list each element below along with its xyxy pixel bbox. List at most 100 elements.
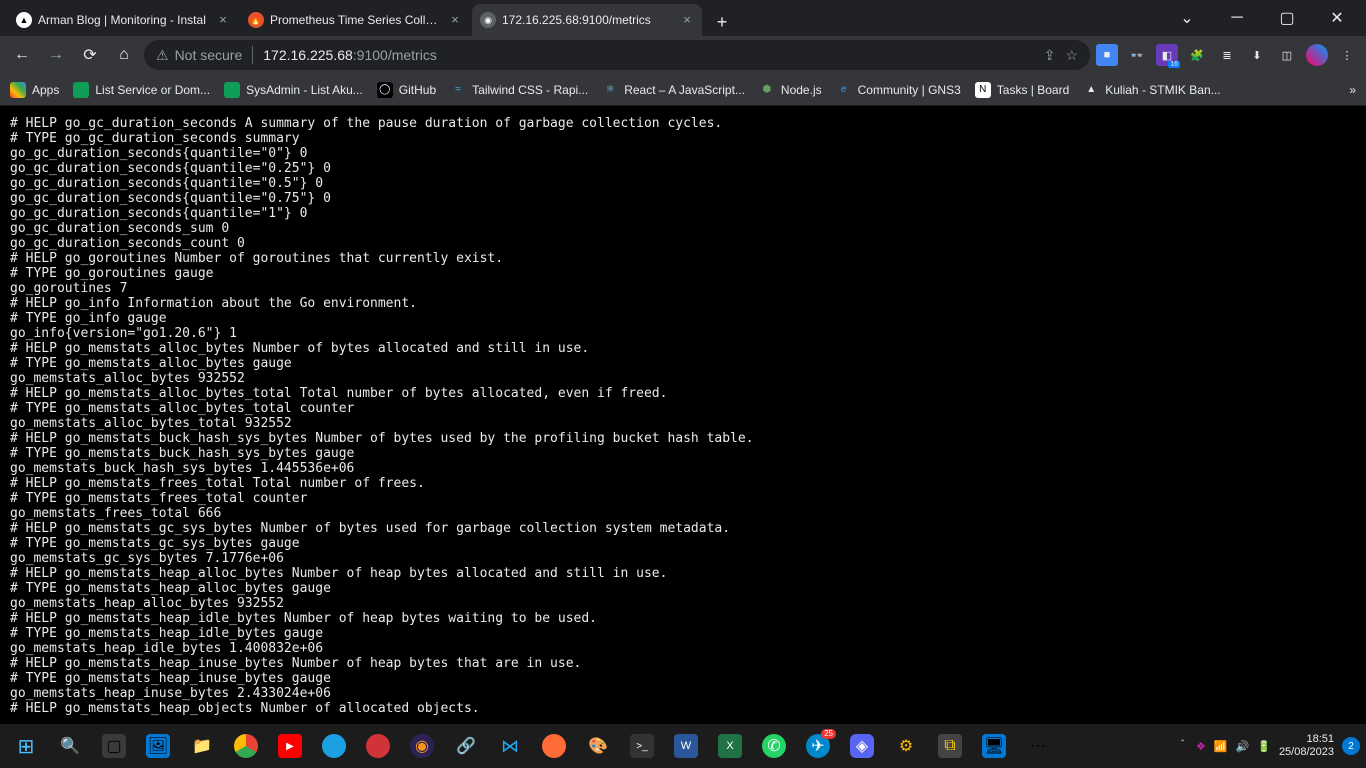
browser-tab-active[interactable]: ◉ 172.16.225.68:9100/metrics × bbox=[472, 4, 702, 36]
volume-icon[interactable]: 🔊 bbox=[1236, 740, 1250, 753]
bookmark-item[interactable]: ⬢Node.js bbox=[759, 82, 822, 98]
bookmark-item[interactable]: NTasks | Board bbox=[975, 82, 1069, 98]
gns3-icon: e bbox=[836, 82, 852, 98]
tray-icon[interactable]: ❖ bbox=[1196, 740, 1206, 753]
star-icon[interactable]: ☆ bbox=[1065, 47, 1078, 64]
extension-icon[interactable]: ◧16 bbox=[1156, 44, 1178, 66]
figma-button[interactable]: 🎨 bbox=[578, 727, 618, 765]
minimize-button[interactable]: ─ bbox=[1216, 3, 1258, 33]
wifi-icon[interactable]: 📶 bbox=[1214, 740, 1228, 753]
share-icon[interactable]: ⇪ bbox=[1044, 47, 1056, 64]
bookmark-item[interactable]: List Service or Dom... bbox=[73, 82, 210, 98]
bookmark-item[interactable]: ◯GitHub bbox=[377, 82, 436, 98]
extension-icons: ■ 👓 ◧16 🧩 ≣ ⬇ ◫ ⋮ bbox=[1096, 44, 1358, 66]
figma-icon: 🎨 bbox=[586, 734, 610, 758]
task-view-button[interactable]: ▢ bbox=[94, 727, 134, 765]
discord-button[interactable]: ◈ bbox=[842, 727, 882, 765]
chrome-button[interactable] bbox=[226, 727, 266, 765]
extension-icon[interactable]: ■ bbox=[1096, 44, 1118, 66]
extensions-icon[interactable]: 🧩 bbox=[1186, 44, 1208, 66]
bookmark-label: React – A JavaScript... bbox=[624, 83, 745, 97]
date-text: 25/08/2023 bbox=[1279, 746, 1334, 759]
github-icon: ◯ bbox=[377, 82, 393, 98]
divider bbox=[252, 46, 253, 64]
excel-button[interactable]: X bbox=[710, 727, 750, 765]
profile-avatar[interactable] bbox=[1306, 44, 1328, 66]
taskbar-overflow[interactable]: ⋯ bbox=[1018, 727, 1058, 765]
apps-shortcut[interactable]: Apps bbox=[10, 82, 59, 98]
tab-favicon-icon: ◉ bbox=[480, 12, 496, 28]
taskbar-app[interactable]: 🔗 bbox=[446, 727, 486, 765]
bookmarks-overflow-icon[interactable]: » bbox=[1349, 83, 1356, 97]
vscode-button[interactable]: ⋈ bbox=[490, 727, 530, 765]
close-button[interactable]: ✕ bbox=[1316, 3, 1358, 33]
whatsapp-button[interactable]: ✆ bbox=[754, 727, 794, 765]
windows-icon: ⊞ bbox=[14, 734, 38, 758]
tab-title: Arman Blog | Monitoring - Instal bbox=[38, 13, 210, 27]
taskbar-app[interactable]: 🖼 bbox=[138, 727, 178, 765]
bookmark-item[interactable]: SysAdmin - List Aku... bbox=[224, 82, 363, 98]
photos-icon: 🖼 bbox=[146, 734, 170, 758]
reload-button[interactable]: ⟳ bbox=[76, 41, 104, 69]
taskbar-app[interactable] bbox=[358, 727, 398, 765]
drive-icon: ▲ bbox=[1083, 82, 1099, 98]
youtube-button[interactable]: ▶ bbox=[270, 727, 310, 765]
bookmark-item[interactable]: ⚛React – A JavaScript... bbox=[602, 82, 745, 98]
discord-icon: ◈ bbox=[850, 734, 874, 758]
task-view-icon: ▢ bbox=[102, 734, 126, 758]
new-tab-button[interactable]: + bbox=[708, 8, 736, 36]
bookmark-label: SysAdmin - List Aku... bbox=[246, 83, 363, 97]
eclipse-icon: ◉ bbox=[410, 734, 434, 758]
bookmark-item[interactable]: ▲ Kuliah - STMIK Ban... bbox=[1083, 82, 1220, 98]
security-indicator[interactable]: ⚠ Not secure bbox=[156, 47, 242, 64]
browser-toolbar: ← → ⟳ ⌂ ⚠ Not secure 172.16.225.68:9100/… bbox=[0, 36, 1366, 74]
file-explorer-button[interactable]: 📁 bbox=[182, 727, 222, 765]
browser-tab[interactable]: ▲ Arman Blog | Monitoring - Instal × bbox=[8, 4, 238, 36]
postman-button[interactable] bbox=[534, 727, 574, 765]
browser-tab[interactable]: 🔥 Prometheus Time Series Collectio × bbox=[240, 4, 470, 36]
reading-list-icon[interactable]: ≣ bbox=[1216, 44, 1238, 66]
tab-favicon-icon: ▲ bbox=[16, 12, 32, 28]
clock[interactable]: 18:51 25/08/2023 bbox=[1279, 733, 1334, 759]
forward-button[interactable]: → bbox=[42, 41, 70, 69]
maximize-button[interactable]: ▢ bbox=[1266, 3, 1308, 33]
excel-icon: X bbox=[718, 734, 742, 758]
tray-chevron-icon[interactable]: ＾ bbox=[1177, 738, 1188, 754]
menu-icon[interactable]: ⋮ bbox=[1336, 44, 1358, 66]
app-icon: 🖥 bbox=[982, 734, 1006, 758]
chevron-down-icon[interactable]: ⌄ bbox=[1166, 3, 1208, 33]
extension-icon[interactable]: 👓 bbox=[1126, 44, 1148, 66]
badge-count: 25 bbox=[821, 729, 836, 739]
search-icon: 🔍 bbox=[58, 734, 82, 758]
close-icon[interactable]: × bbox=[680, 13, 694, 27]
putty-button[interactable]: ⧉ bbox=[930, 727, 970, 765]
bookmark-label: Tailwind CSS - Rapi... bbox=[472, 83, 588, 97]
folder-icon: 📁 bbox=[190, 734, 214, 758]
address-bar[interactable]: ⚠ Not secure 172.16.225.68:9100/metrics … bbox=[144, 40, 1090, 70]
warning-icon: ⚠ bbox=[156, 47, 169, 64]
close-icon[interactable]: × bbox=[448, 13, 462, 27]
bookmark-item[interactable]: eCommunity | GNS3 bbox=[836, 82, 961, 98]
terminal-button[interactable]: >_ bbox=[622, 727, 662, 765]
taskbar-app[interactable]: ⚙ bbox=[886, 727, 926, 765]
putty-icon: ⧉ bbox=[938, 734, 962, 758]
back-button[interactable]: ← bbox=[8, 41, 36, 69]
downloads-icon[interactable]: ⬇ bbox=[1246, 44, 1268, 66]
youtube-icon: ▶ bbox=[278, 734, 302, 758]
side-panel-icon[interactable]: ◫ bbox=[1276, 44, 1298, 66]
word-button[interactable]: W bbox=[666, 727, 706, 765]
search-button[interactable]: 🔍 bbox=[50, 727, 90, 765]
bookmark-item[interactable]: ≈Tailwind CSS - Rapi... bbox=[450, 82, 588, 98]
bookmark-label: Kuliah - STMIK Ban... bbox=[1105, 83, 1220, 97]
taskbar-app[interactable]: 🖥 bbox=[974, 727, 1014, 765]
telegram-button[interactable]: ✈25 bbox=[798, 727, 838, 765]
battery-icon[interactable]: 🔋 bbox=[1257, 740, 1271, 753]
app-icon bbox=[366, 734, 390, 758]
notification-badge[interactable]: 2 bbox=[1342, 737, 1360, 755]
taskbar-app[interactable] bbox=[314, 727, 354, 765]
taskbar-app[interactable]: ◉ bbox=[402, 727, 442, 765]
close-icon[interactable]: × bbox=[216, 13, 230, 27]
home-button[interactable]: ⌂ bbox=[110, 41, 138, 69]
start-button[interactable]: ⊞ bbox=[6, 727, 46, 765]
security-label: Not secure bbox=[175, 47, 243, 63]
